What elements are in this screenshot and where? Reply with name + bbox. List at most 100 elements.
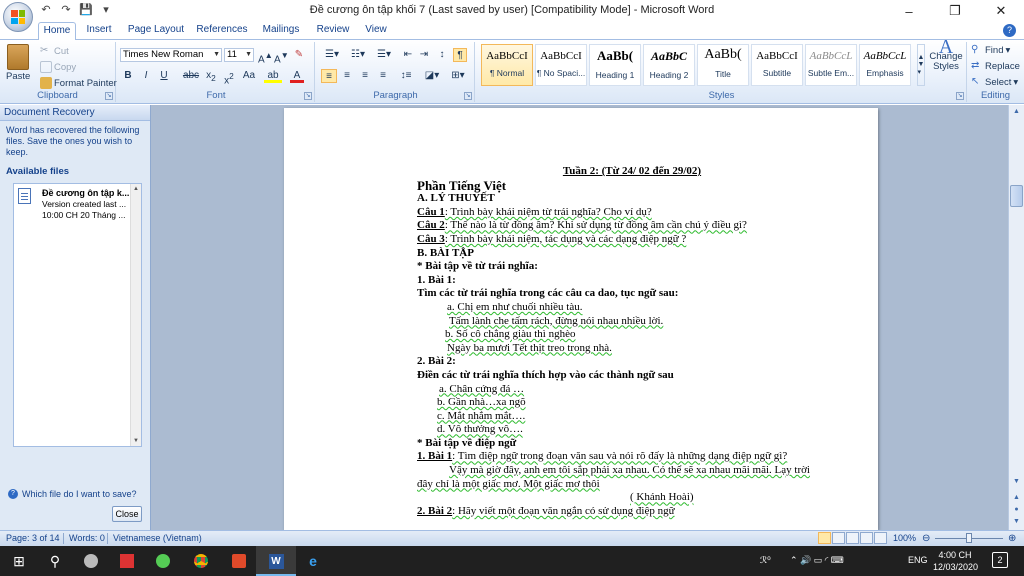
tab-page-layout[interactable]: Page Layout [126,22,186,40]
style-heading-2[interactable]: AaBbC Heading 2 [643,44,695,86]
cut-button[interactable]: ✂ Cut [40,45,69,57]
tab-references[interactable]: References [192,22,252,40]
clipboard-launcher-icon[interactable]: ↘ [105,92,113,100]
document-body[interactable]: Tuần 2: (Từ 24/ 02 đến 29/02) Phần Tiếng … [417,165,847,518]
styles-launcher-icon[interactable]: ↘ [956,92,964,100]
shading-icon[interactable]: ◪▾ [421,69,443,83]
word-icon[interactable]: W [267,553,285,569]
clear-format-icon[interactable]: ✎ [292,48,306,62]
web-layout-icon[interactable] [846,532,859,544]
close-recovery-button[interactable]: Close [112,506,142,522]
replace-button[interactable]: ⇄ Replace [971,60,1020,72]
zoom-slider-thumb[interactable] [966,533,972,543]
align-left-icon[interactable]: ≡ [321,69,337,83]
search-icon[interactable]: ⚲ [46,553,64,569]
show-marks-icon[interactable]: ¶ [453,48,467,62]
style-normal[interactable]: AaBbCcI ¶ Normal [481,44,533,86]
grow-font-icon[interactable]: A▲ [258,48,273,65]
next-page-icon[interactable]: ▼ [1009,515,1024,529]
bold-icon[interactable]: B [122,69,134,83]
style-heading-1[interactable]: AaBb( Heading 1 [589,44,641,86]
change-styles-button[interactable]: A Change Styles [929,37,963,72]
tab-home[interactable]: Home [38,22,76,41]
borders-icon[interactable]: ⊞▾ [447,69,469,83]
font-launcher-icon[interactable]: ↘ [304,92,312,100]
app-icon-3[interactable] [154,553,172,569]
page-count[interactable]: Page: 3 of 14 [6,533,60,543]
scroll-up-icon[interactable]: ▲ [131,184,141,194]
restore-button[interactable]: ❐ [932,0,978,22]
app-icon-shield[interactable] [230,553,248,569]
minimize-button[interactable]: – [886,0,932,22]
outline-view-icon[interactable] [860,532,873,544]
font-size-select[interactable]: 11 ▼ [224,48,254,62]
paste-button[interactable]: Paste [6,44,30,82]
decrease-indent-icon[interactable]: ⇤ [401,48,415,62]
tray-icons[interactable]: ⌃ 🔊 ▭ ◜ ⌨ [790,555,844,566]
align-center-icon[interactable]: ≡ [339,69,355,83]
full-screen-reading-icon[interactable] [832,532,845,544]
vertical-scrollbar[interactable]: ▲ ▼ ▲ ● ▼ [1008,105,1024,530]
justify-icon[interactable]: ≡ [375,69,391,83]
which-file-link[interactable]: ? Which file do I want to save? [8,489,137,499]
highlight-icon[interactable]: ab [264,69,282,83]
file-list-scrollbar[interactable]: ▲ ▼ [130,184,141,446]
font-name-select[interactable]: Times New Roman ▼ [120,48,222,62]
language-status[interactable]: Vietnamese (Vietnam) [113,533,202,543]
line-spacing-icon[interactable]: ↕≡ [395,69,417,83]
subscript-icon[interactable]: x2 [204,69,218,83]
superscript-icon[interactable]: x2 [222,69,236,86]
style-subtitle[interactable]: AaBbCcI Subtitle [751,44,803,86]
zoom-in-icon[interactable]: ⊕ [1008,533,1016,544]
style-title[interactable]: AaBb( Title [697,44,749,86]
word-count[interactable]: Words: 0 [69,533,105,543]
copy-button[interactable]: Copy [40,61,76,73]
sort-icon[interactable]: ↕ [435,48,449,62]
style-subtle-emphasis[interactable]: AaBbCcL Subtle Em... [805,44,857,86]
numbering-icon[interactable]: ☷▾ [347,48,369,62]
tab-mailings[interactable]: Mailings [258,22,304,40]
tab-insert[interactable]: Insert [80,22,118,40]
find-button[interactable]: ⚲ Find ▾ [971,44,1010,56]
chrome-icon[interactable] [192,553,210,569]
scroll-up-icon[interactable]: ▲ [1009,105,1024,119]
select-button[interactable]: ↖ Select ▾ [971,76,1018,88]
change-case-icon[interactable]: Aa [240,69,258,83]
format-painter-button[interactable]: Format Painter [40,77,117,89]
shrink-font-icon[interactable]: A▼ [274,48,289,65]
app-icon-1[interactable] [82,553,100,569]
multilevel-list-icon[interactable]: ☰▾ [373,48,395,62]
office-button[interactable] [3,2,33,32]
strikethrough-icon[interactable]: abc [182,69,200,83]
notification-icon[interactable]: 2 [992,552,1008,568]
people-icon[interactable]: ℛ⁰ [760,555,771,566]
windows-start-icon[interactable]: ⊞ [10,553,28,569]
style-no-spacing[interactable]: AaBbCcI ¶ No Spaci... [535,44,587,86]
bullets-icon[interactable]: ☰▾ [321,48,343,62]
edge-icon[interactable]: e [304,553,322,569]
print-layout-icon[interactable] [818,532,831,544]
zoom-level[interactable]: 100% [893,533,916,543]
tab-view[interactable]: View [360,22,392,40]
document-line: Điền các từ trái nghĩa thích hợp vào các… [417,369,847,383]
styles-scroll[interactable]: ▲ ▼ ▾ [917,44,925,86]
paragraph-launcher-icon[interactable]: ↘ [464,92,472,100]
input-language[interactable]: ENG [908,555,928,565]
underline-icon[interactable]: U [158,69,170,83]
style-emphasis[interactable]: AaBbCcL Emphasis [859,44,911,86]
clock[interactable]: 4:00 CH 12/03/2020 [933,549,978,573]
app-icon-2[interactable] [118,553,136,569]
close-window-button[interactable]: ✕ [978,0,1024,22]
scroll-thumb[interactable] [1010,185,1023,207]
document-page[interactable]: Tuần 2: (Từ 24/ 02 đến 29/02) Phần Tiếng … [284,108,878,530]
font-color-icon[interactable]: A [290,69,304,83]
scroll-down-icon[interactable]: ▼ [131,436,141,446]
italic-icon[interactable]: I [140,69,152,83]
tab-review[interactable]: Review [312,22,354,40]
help-icon[interactable]: ? [1003,24,1016,37]
increase-indent-icon[interactable]: ⇥ [417,48,431,62]
align-right-icon[interactable]: ≡ [357,69,373,83]
zoom-out-icon[interactable]: ⊖ [922,533,930,544]
scroll-down-icon[interactable]: ▼ [1009,475,1024,489]
draft-view-icon[interactable] [874,532,887,544]
